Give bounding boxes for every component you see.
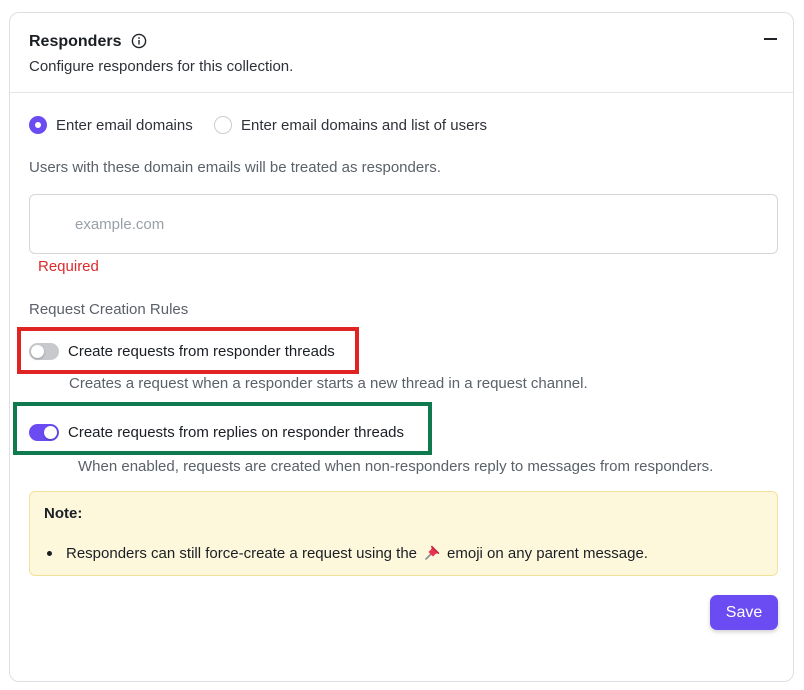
panel-subtitle: Configure responders for this collection… xyxy=(29,58,294,75)
note-list-item: Responders can still force-create a requ… xyxy=(47,544,648,562)
responders-panel: Responders Configure responders for this… xyxy=(9,12,794,682)
note-text-before: Responders can still force-create a requ… xyxy=(66,544,418,562)
toggle-knob xyxy=(44,426,57,439)
info-icon[interactable] xyxy=(131,33,147,49)
toggle-switch-on[interactable] xyxy=(29,424,59,441)
radio-label: Enter email domains and list of users xyxy=(241,116,487,134)
toggle-switch-off[interactable] xyxy=(29,343,59,360)
toggle-label: Create requests from replies on responde… xyxy=(68,424,405,441)
radio-checked-icon[interactable] xyxy=(29,116,47,134)
pushpin-icon xyxy=(425,545,440,560)
panel-header: Responders Configure responders for this… xyxy=(10,13,793,93)
request-rules-label: Request Creation Rules xyxy=(29,301,189,318)
bullet-icon xyxy=(47,550,52,556)
toggle-responder-threads[interactable]: Create requests from responder threads xyxy=(29,343,335,360)
toggle-description: When enabled, requests are created when … xyxy=(78,458,714,475)
save-button[interactable]: Save xyxy=(710,595,778,630)
minus-icon[interactable] xyxy=(764,38,777,40)
panel-title: Responders xyxy=(29,33,122,50)
note-text-after: emoji on any parent message. xyxy=(447,544,648,562)
toggle-description: Creates a request when a responder start… xyxy=(69,375,588,392)
radio-email-domains[interactable]: Enter email domains xyxy=(29,116,193,134)
domains-helper-text: Users with these domain emails will be t… xyxy=(29,159,441,176)
toggle-label: Create requests from responder threads xyxy=(68,343,335,360)
required-error: Required xyxy=(38,258,99,275)
note-box: Note: Responders can still force-create … xyxy=(29,491,778,576)
radio-label: Enter email domains xyxy=(56,116,193,134)
radio-unchecked-icon[interactable] xyxy=(214,116,232,134)
note-title: Note: xyxy=(44,505,83,522)
email-domains-input[interactable] xyxy=(29,194,778,254)
toggle-knob xyxy=(31,345,44,358)
toggle-replies-on-responder-threads[interactable]: Create requests from replies on responde… xyxy=(29,424,404,441)
radio-email-domains-and-users[interactable]: Enter email domains and list of users xyxy=(214,116,487,134)
